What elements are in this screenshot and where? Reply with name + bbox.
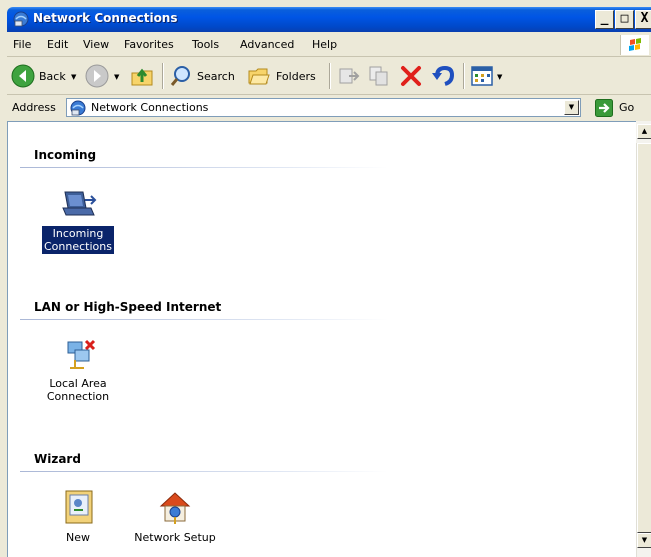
views-dropdown-arrow-icon[interactable]: ▼	[497, 73, 502, 81]
network-setup-wizard-item[interactable]: Network Setup	[130, 488, 220, 545]
back-button[interactable]: Back ▼	[11, 61, 81, 91]
address-bar: Address Network Connections ▼ Go	[7, 95, 651, 122]
menu-file[interactable]: File	[13, 38, 31, 51]
close-button[interactable]: X	[635, 10, 651, 29]
network-setup-wizard-icon	[159, 492, 191, 524]
new-connection-wizard-label: New	[66, 531, 90, 544]
group-divider	[20, 319, 388, 320]
search-label: Search	[197, 70, 235, 83]
group-heading-lan: LAN or High-Speed Internet	[34, 300, 222, 314]
move-to-icon	[339, 68, 360, 84]
title-bar[interactable]: Network Connections _ □ X	[7, 7, 651, 32]
back-label: Back	[39, 70, 66, 83]
address-label: Address	[12, 101, 56, 114]
vertical-scrollbar[interactable]: ▲ ▼	[636, 124, 651, 557]
menu-help[interactable]: Help	[312, 38, 337, 51]
group-heading-wizard: Wizard	[34, 452, 81, 466]
network-connections-icon	[13, 11, 29, 27]
local-area-connection-item[interactable]: Local Area Connection	[33, 338, 123, 404]
windows-logo-icon	[620, 35, 649, 55]
group-divider	[20, 471, 388, 472]
forward-dropdown-arrow-icon[interactable]: ▼	[114, 73, 119, 81]
new-connection-wizard-icon	[65, 490, 93, 524]
search-icon	[170, 66, 190, 86]
local-area-connection-label: Local Area Connection	[46, 377, 110, 403]
window-title: Network Connections	[33, 11, 178, 25]
copy-to-icon	[369, 66, 388, 86]
minimize-button[interactable]: _	[595, 10, 614, 29]
menu-edit[interactable]: Edit	[47, 38, 68, 51]
menu-tools[interactable]: Tools	[192, 38, 219, 51]
incoming-connections-item[interactable]: Incoming Connections	[33, 188, 123, 254]
scroll-down-button[interactable]: ▼	[637, 533, 651, 548]
delete-button[interactable]	[399, 61, 425, 91]
maximize-button[interactable]: □	[615, 10, 634, 29]
incoming-connections-icon	[62, 191, 97, 216]
local-area-connection-disconnected-icon	[67, 339, 96, 369]
toolbar-separator	[463, 63, 465, 89]
forward-button[interactable]: ▼	[85, 61, 125, 91]
go-button[interactable]: Go	[619, 101, 634, 114]
toolbar-separator	[329, 63, 331, 89]
undo-icon	[432, 65, 455, 86]
move-to-button[interactable]	[337, 61, 363, 91]
views-button[interactable]: ▼	[470, 61, 510, 91]
back-dropdown-arrow-icon[interactable]: ▼	[71, 73, 76, 81]
menu-favorites[interactable]: Favorites	[124, 38, 174, 51]
toolbar-separator	[162, 63, 164, 89]
standard-toolbar: Back ▼ ▼ Search Folders ▼	[7, 58, 651, 95]
incoming-connections-label: Incoming Connections	[42, 226, 114, 254]
go-arrow-icon[interactable]	[595, 99, 613, 117]
menu-bar: File Edit View Favorites Tools Advanced …	[7, 34, 651, 57]
forward-icon	[85, 64, 109, 88]
undo-button[interactable]	[431, 61, 457, 91]
scrollbar-thumb[interactable]	[637, 143, 651, 533]
scroll-up-button[interactable]: ▲	[637, 124, 651, 139]
delete-icon	[401, 66, 421, 86]
copy-to-button[interactable]	[367, 61, 393, 91]
back-icon	[11, 64, 35, 88]
folders-button[interactable]: Folders	[247, 61, 323, 91]
network-setup-wizard-label: Network Setup	[134, 531, 216, 544]
menu-view[interactable]: View	[83, 38, 109, 51]
up-folder-button[interactable]	[129, 61, 157, 91]
group-heading-incoming: Incoming	[34, 148, 97, 162]
views-icon	[471, 66, 493, 86]
network-connections-icon	[70, 100, 86, 116]
up-folder-icon	[131, 68, 153, 86]
address-dropdown-button[interactable]: ▼	[564, 100, 579, 115]
folders-icon	[248, 68, 270, 85]
content-pane-top	[7, 121, 637, 144]
search-button[interactable]: Search	[169, 61, 241, 91]
new-connection-wizard-item[interactable]: New	[33, 488, 123, 545]
group-divider	[20, 167, 388, 168]
menu-advanced[interactable]: Advanced	[240, 38, 294, 51]
address-input[interactable]: Network Connections ▼	[66, 98, 581, 117]
explorer-window: Network Connections _ □ X File Edit View…	[0, 0, 651, 557]
address-value: Network Connections	[91, 101, 209, 114]
folders-label: Folders	[276, 70, 316, 83]
